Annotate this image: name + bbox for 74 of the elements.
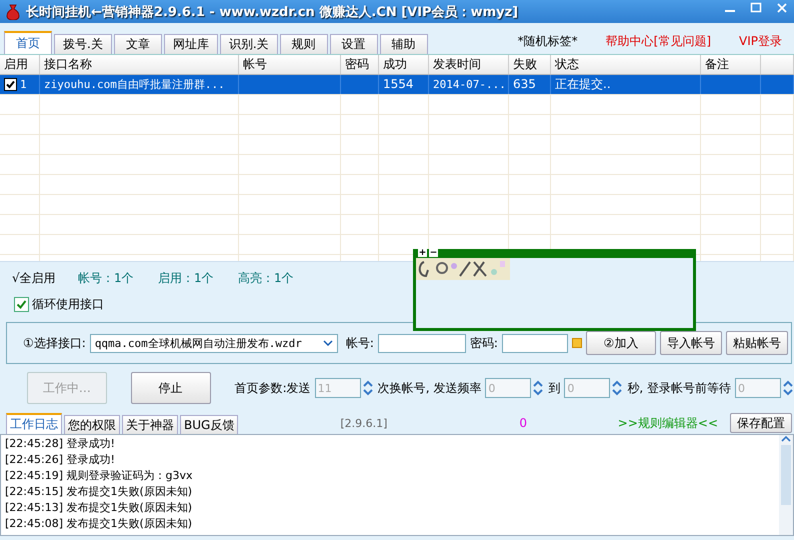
interface-dropdown[interactable]: qqma.com全球机械网自动注册发布.wzdr [90,334,338,352]
log-line: [22:45:19] 规则登录验证码为：g3vx [5,468,194,484]
field-label: 秒, 登录帐号前等待 [627,380,731,396]
random-tag-label: *随机标签* [518,33,578,50]
tab[interactable]: 文章 [114,34,162,54]
table-cell: 2014-07-... [429,75,509,94]
tab[interactable]: 规则 [280,34,328,54]
maximize-icon[interactable] [750,2,762,14]
loop-checkbox[interactable] [14,296,29,312]
tab[interactable]: 识别.关 [220,34,278,54]
log-line: [22:45:13] 发布提交1失败(原因未知) [5,500,194,516]
tab[interactable]: 网址库 [164,34,218,54]
column-header: 发表时间 [429,55,509,74]
log-line: [22:45:28] 登录成功! [5,436,116,452]
zoom-out-button[interactable]: − [429,249,438,257]
table-cell: 正在提交.. [551,75,701,94]
stat-label: 启用：1个 [158,270,215,286]
stat-label: 高亮：1个 [238,270,295,286]
tab[interactable]: 关于神器 [122,415,178,434]
column-header: 成功 [379,55,429,74]
field-label: ①选择接口: [23,334,86,352]
stop-button[interactable]: 停止 [130,372,211,404]
table-cell: 635 [509,75,551,94]
save-button[interactable]: 保存配置 [730,413,792,433]
spinner-icon[interactable] [782,378,794,398]
table-cell-text: 1 [20,77,27,93]
field-label: 到 [548,380,560,396]
field-label: 帐号: [346,334,374,352]
checkbox-label: 循环使用接口 [32,296,104,312]
scroll-up-icon[interactable] [781,435,791,443]
dropdown-caret-icon[interactable] [322,340,333,346]
table-cell: 1554 [379,75,429,94]
column-header: 接口名称 [40,55,239,74]
window-title: 长时间挂机←营销神器2.9.6.1 - www.wzdr.cn 微赚达人.CN [VIP会员：wmyz] [26,4,520,20]
tab[interactable]: BUG反馈 [180,415,238,434]
column-header: 密码 [341,55,379,74]
spinner-icon[interactable] [532,378,544,398]
scrollbar[interactable] [779,435,793,535]
tab[interactable]: 首页 [4,31,52,54]
header-link[interactable]: 帮助中心[常见问题] [606,33,712,50]
version-label: [2.9.6.1] [340,416,388,430]
column-header: 状态 [551,55,701,74]
field-label: 次换帐号, 发送频率 [378,380,482,396]
account-field[interactable] [378,334,466,352]
tab[interactable]: 您的权限 [64,415,120,434]
stat-label: 帐号：1个 [78,270,135,286]
spinner-icon[interactable] [611,378,624,398]
row-checkbox[interactable] [4,78,17,91]
column-header: 帐号 [239,55,341,74]
column-header: 启用 [0,55,40,74]
table-row[interactable]: 1 ziyouhu.com自由呼批量注册群... 1554 2014-07-... 635 正在提交.. [0,75,794,95]
enable-all-link[interactable]: √全启用 [12,270,78,286]
app-icon [6,4,20,20]
tab[interactable]: 拨号.关 [54,34,112,54]
counter-label: 0 [519,416,528,430]
field-label: 首页参数:发送 [234,380,311,396]
add-button[interactable]: ②加入 [586,331,656,355]
password-field[interactable] [502,334,568,352]
tab[interactable]: 工作日志 [6,413,62,434]
log-line: [22:45:08] 发布提交1失败(原因未知) [5,516,194,532]
paste-button[interactable]: 粘贴帐号 [726,331,788,355]
spinner-icon[interactable] [362,378,374,398]
zoom-in-button[interactable]: + [418,249,427,257]
table-cell: ziyouhu.com自由呼批量注册群... [40,75,239,94]
field-label: 密码: [470,334,498,352]
import-button[interactable]: 导入帐号 [660,331,722,355]
header-link[interactable]: VIP登录 [739,33,782,50]
column-header: 备注 [701,55,761,74]
tab[interactable]: 辅助 [380,34,428,54]
column-header: 失败 [509,55,551,74]
close-icon[interactable] [776,2,788,14]
log-line: [22:45:15] 发布提交1失败(原因未知) [5,484,194,500]
log-line: [22:45:26] 登录成功! [5,452,116,468]
tab[interactable]: 设置 [330,34,378,54]
